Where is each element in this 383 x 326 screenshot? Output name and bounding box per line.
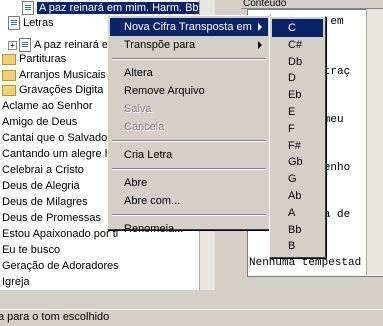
tree-item-label: Geração de Adoradores	[2, 260, 119, 272]
menu-item-renomeia[interactable]: Renomeia...	[110, 220, 268, 238]
key-option-ab[interactable]: Ab	[272, 187, 323, 205]
menu-item-altera[interactable]: Altera	[110, 64, 268, 82]
tree-item-label: Amigo de Deus	[2, 116, 78, 128]
key-option-a[interactable]: A	[272, 204, 323, 222]
menu-item-label: Nova Cifra Transposta em	[124, 21, 252, 33]
tree-item-label: Aclame ao Senhor	[2, 100, 93, 112]
key-option-eb[interactable]: Eb	[272, 86, 323, 104]
tree-item-label: Letras	[23, 17, 54, 29]
submenu-arrow-icon	[258, 23, 262, 31]
status-bar: a para o tom escolhido	[0, 309, 383, 326]
tree-item[interactable]: Deus de Promessas	[2, 210, 101, 226]
lyrics-line: Nenhuma tempestad	[249, 257, 362, 269]
folder-icon	[2, 84, 16, 96]
key-option-b[interactable]: B	[272, 237, 323, 255]
tree-item[interactable]: Letras	[8, 15, 54, 31]
menu-separator	[112, 214, 266, 216]
key-option-csharp[interactable]: C#	[272, 36, 323, 54]
menu-separator	[112, 58, 266, 60]
key-option-e[interactable]: E	[272, 103, 323, 121]
key-option-fsharp[interactable]: F#	[272, 137, 323, 155]
tree-item-label: Gravações Digita	[19, 84, 104, 96]
tree-item[interactable]: Celebrai a Cristo	[2, 162, 84, 178]
tree-item[interactable]: Gravações Digita	[2, 82, 103, 98]
tree-item-label: Celebrai a Cristo	[2, 164, 84, 176]
folder-icon	[2, 69, 16, 81]
tree-item[interactable]: Deus de Milagres	[2, 194, 88, 210]
menu-item-label: Cria Letra	[124, 149, 173, 161]
tree-item-label: Igreja	[2, 276, 30, 288]
menu-separator	[112, 168, 266, 170]
tree-item[interactable]: Aclame ao Senhor	[2, 98, 93, 114]
menu-item-nova-cifra-transposta-em[interactable]: Nova Cifra Transposta em	[110, 18, 268, 36]
menu-item-label: Transpõe para	[124, 39, 196, 51]
tree-item[interactable]: A paz reinará em mim. Harm. Bb	[22, 0, 201, 16]
tree-item-label: Cantai que o Salvador	[2, 132, 111, 144]
key-option-c[interactable]: C	[272, 19, 323, 37]
tree-item[interactable]: Estou Apaixonado por ti	[2, 226, 118, 242]
tree-item-label: Eu te busco	[2, 244, 61, 256]
menu-item-label: Altera	[124, 67, 153, 79]
content-header: Conteudo	[241, 0, 383, 9]
tree-item[interactable]: Cantai que o Salvador	[2, 130, 111, 146]
menu-separator	[112, 140, 266, 142]
editor-scrollbar[interactable]	[366, 9, 383, 275]
folder-icon	[2, 53, 16, 65]
tree-item-label: Deus de Milagres	[2, 196, 88, 208]
menu-item-salva: Salva	[110, 100, 268, 118]
tree-item-label: Estou Apaixonado por ti	[2, 228, 119, 240]
expand-toggle[interactable]: +	[8, 40, 17, 50]
tree-item[interactable]: Eu te busco	[2, 242, 60, 258]
menu-item-remove-arquivo[interactable]: Remove Arquivo	[110, 82, 268, 100]
tree-item-label: Deus de Alegria	[2, 180, 80, 192]
tree-item[interactable]: Cantando um alegre h	[2, 146, 111, 162]
tree-item[interactable]: Igreja	[2, 274, 30, 290]
tree-item-label: Arranjos Musicais	[19, 69, 106, 81]
key-option-d[interactable]: D	[272, 69, 323, 87]
menu-item-label: Salva	[124, 103, 152, 115]
menu-item-label: Cancela	[124, 121, 165, 133]
tree-item-label: Partituras	[19, 53, 67, 65]
document-icon	[19, 38, 31, 53]
menu-item-label: Remove Arquivo	[124, 85, 205, 97]
tree-item-label: Deus de Promessas	[2, 212, 102, 224]
menu-item-label: Abre	[124, 177, 148, 189]
tree-item[interactable]: Amigo de Deus	[2, 114, 77, 130]
transpose-submenu: C C# Db D Eb E F F# Gb G Ab A Bb B	[269, 16, 326, 258]
menu-item-label: Renomeia...	[124, 223, 184, 235]
key-option-bb[interactable]: Bb	[272, 221, 323, 239]
tree-item[interactable]: Deus de Alegria	[2, 178, 80, 194]
key-option-db[interactable]: Db	[272, 53, 323, 71]
submenu-arrow-icon	[258, 41, 262, 49]
menu-item-cancela: Cancela	[110, 118, 268, 136]
tree-item-label: Cantando um alegre h	[2, 148, 111, 160]
menu-item-abre[interactable]: Abre	[110, 174, 268, 192]
context-menu: Nova Cifra Transposta em Transpõe para Alt…	[107, 15, 271, 235]
tree-item[interactable]: Arranjos Musicais	[2, 67, 106, 83]
key-option-gb[interactable]: Gb	[272, 153, 323, 171]
tree-item-label: A paz reinará em mim. Harm. Bb	[37, 2, 201, 14]
key-option-g[interactable]: G	[272, 170, 323, 188]
key-option-f[interactable]: F	[272, 120, 323, 138]
menu-item-label: Abre com...	[124, 195, 181, 207]
status-text: a para o tom escolhido	[0, 311, 110, 323]
menu-item-abre-com[interactable]: Abre com...	[110, 192, 268, 210]
tree-item-label: A paz reinará em	[34, 39, 118, 51]
tree-item[interactable]: Geração de Adoradores	[2, 258, 119, 274]
menu-item-cria-letra[interactable]: Cria Letra	[110, 146, 268, 164]
document-icon	[22, 1, 34, 16]
menu-item-transpoe-para[interactable]: Transpõe para	[110, 36, 268, 54]
document-icon	[8, 16, 20, 31]
tree-item[interactable]: Partituras	[2, 51, 66, 67]
